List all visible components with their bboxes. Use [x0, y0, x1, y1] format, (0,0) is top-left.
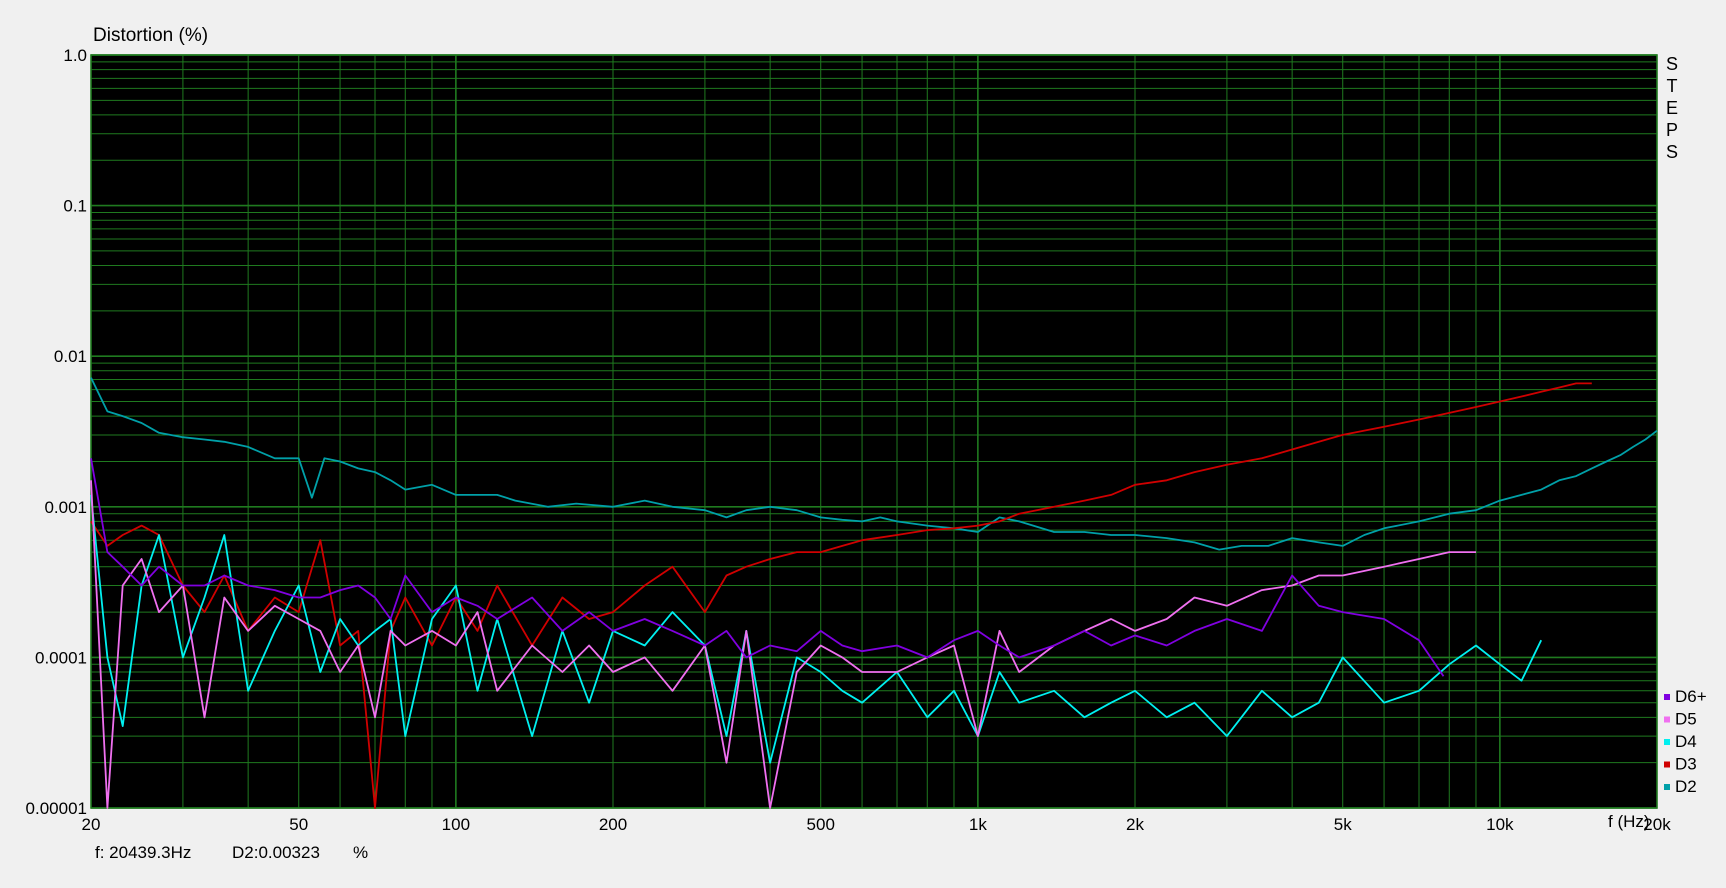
- x-tick-label: 2k: [1126, 815, 1144, 834]
- readout-value: D2:0.00323: [232, 843, 320, 862]
- readout-frequency: f: 20439.3Hz: [95, 843, 191, 862]
- y-axis-label: Distortion (%): [93, 25, 208, 46]
- x-tick-label: 5k: [1334, 815, 1352, 834]
- y-tick-label: 0.0001: [35, 648, 87, 667]
- legend-swatch: [1664, 761, 1670, 768]
- legend-swatch: [1664, 694, 1670, 700]
- x-tick-label: 500: [807, 815, 835, 834]
- y-tick-label: 1.0: [63, 46, 87, 65]
- legend-label[interactable]: D2: [1675, 777, 1697, 796]
- x-tick-label: 10k: [1486, 815, 1514, 834]
- side-label-char: S: [1666, 54, 1678, 74]
- y-tick-label: 0.1: [63, 197, 87, 216]
- legend-label[interactable]: D5: [1675, 710, 1697, 729]
- side-label-char: T: [1667, 76, 1678, 96]
- x-tick-label: 50: [289, 815, 308, 834]
- legend-label[interactable]: D3: [1675, 755, 1697, 774]
- x-tick-label: 200: [599, 815, 627, 834]
- side-label-char: P: [1666, 120, 1678, 140]
- x-tick-label: 100: [442, 815, 470, 834]
- distortion-chart: 20 50 100 200 500 1k 2k 5k 10k 20k1.00.10.010.001…: [26, 25, 1707, 862]
- plot-area: [91, 55, 1657, 808]
- legend-label[interactable]: D6+: [1675, 687, 1707, 706]
- legend-swatch: [1664, 739, 1670, 745]
- y-tick-label: 0.01: [54, 347, 87, 366]
- side-label-steps: STEPS: [1666, 54, 1678, 162]
- legend-swatch: [1664, 716, 1670, 723]
- x-axis-label: f (Hz): [1608, 812, 1650, 831]
- readout-unit: %: [353, 843, 368, 862]
- y-tick-label: 0.001: [44, 498, 87, 517]
- y-tick-label: 0.00001: [26, 799, 87, 818]
- legend[interactable]: D6+ D5 D4 D3 D2: [1664, 687, 1707, 796]
- x-tick-label: 1k: [969, 815, 987, 834]
- side-label-char: E: [1666, 98, 1678, 118]
- legend-swatch: [1664, 784, 1670, 790]
- legend-label[interactable]: D4: [1675, 732, 1697, 751]
- side-label-char: S: [1666, 142, 1678, 162]
